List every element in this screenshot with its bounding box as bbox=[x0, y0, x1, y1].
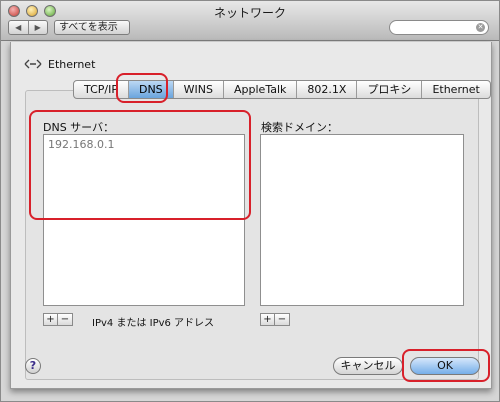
domains-add-remove: + − bbox=[260, 313, 290, 326]
tab-wins[interactable]: WINS bbox=[174, 81, 225, 98]
back-button[interactable]: ◀ bbox=[9, 21, 29, 34]
clear-search-icon[interactable]: ✕ bbox=[476, 23, 485, 32]
back-forward-buttons: ◀ ▶ bbox=[8, 20, 48, 35]
dns-servers-label: DNS サーバ： bbox=[43, 121, 115, 134]
tab-appletalk[interactable]: AppleTalk bbox=[224, 81, 298, 98]
dns-server-entry[interactable]: 192.168.0.1 bbox=[44, 135, 244, 154]
forward-button[interactable]: ▶ bbox=[29, 21, 48, 34]
cancel-button[interactable]: キャンセル bbox=[333, 357, 403, 375]
search-domains-list[interactable] bbox=[260, 134, 464, 306]
address-hint: IPv4 または IPv6 アドレス bbox=[92, 318, 215, 329]
title-bar: ネットワーク ◀ ▶ すべてを表示 ✕ bbox=[1, 1, 499, 41]
interface-header: Ethernet bbox=[24, 57, 95, 71]
dns-add-remove: + − bbox=[43, 313, 73, 326]
tab-dns[interactable]: DNS bbox=[128, 81, 174, 98]
help-button[interactable]: ? bbox=[25, 358, 41, 374]
search-domains-label: 検索ドメイン： bbox=[261, 121, 338, 134]
ok-button[interactable]: OK bbox=[410, 357, 480, 375]
remove-dns-server-button[interactable]: − bbox=[58, 314, 72, 325]
remove-search-domain-button[interactable]: − bbox=[275, 314, 289, 325]
search-input[interactable]: ✕ bbox=[389, 20, 489, 35]
window-title: ネットワーク bbox=[213, 6, 286, 20]
tab-tcpip[interactable]: TCP/IP bbox=[74, 81, 129, 98]
network-window: ネットワーク ◀ ▶ すべてを表示 ✕ Ethernet DNS サーバ： 19… bbox=[0, 0, 500, 402]
interface-name: Ethernet bbox=[48, 57, 96, 71]
advanced-settings-sheet: Ethernet DNS サーバ： 192.168.0.1 + − IPv4 ま… bbox=[10, 42, 492, 389]
tab-proxies[interactable]: プロキシ bbox=[357, 81, 423, 98]
dns-pane: DNS サーバ： 192.168.0.1 + − IPv4 または IPv6 ア… bbox=[25, 90, 479, 380]
tab-ethernet[interactable]: Ethernet bbox=[422, 81, 489, 98]
settings-tabs: TCP/IP DNS WINS AppleTalk 802.1X プロキシ Et… bbox=[73, 80, 491, 99]
show-all-button[interactable]: すべてを表示 bbox=[54, 20, 130, 35]
add-search-domain-button[interactable]: + bbox=[261, 314, 275, 325]
dns-servers-list[interactable]: 192.168.0.1 bbox=[43, 134, 245, 306]
ethernet-icon bbox=[24, 59, 42, 69]
add-dns-server-button[interactable]: + bbox=[44, 314, 58, 325]
tab-8021x[interactable]: 802.1X bbox=[297, 81, 358, 98]
